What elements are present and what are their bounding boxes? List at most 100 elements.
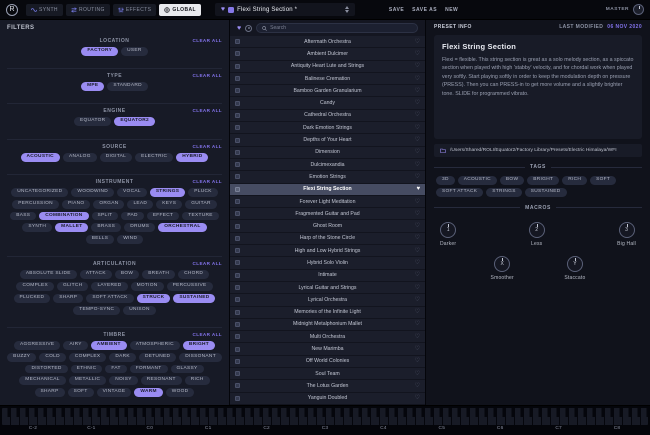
new-button[interactable]: NEW	[445, 7, 458, 13]
filter-chip-airy[interactable]: AIRY	[63, 340, 88, 350]
filter-chip-analog[interactable]: ANALOG	[62, 152, 97, 162]
filter-chip-pad[interactable]: PAD	[121, 211, 144, 221]
search-input[interactable]	[270, 25, 412, 31]
filter-chip-complex[interactable]: COMPLEX	[68, 352, 107, 362]
filter-chip-digital[interactable]: DIGITAL	[99, 152, 133, 162]
filter-chip-layered[interactable]: LAYERED	[91, 282, 128, 291]
knob-icon[interactable]: 2	[528, 221, 545, 238]
filter-chip-texture[interactable]: TEXTURE	[182, 211, 219, 221]
preset-row[interactable]: Lyrical Orchestra ♡	[230, 294, 425, 307]
preset-row[interactable]: Off World Colonies ♡	[230, 355, 425, 369]
preset-row[interactable]: Forever Light Meditation ♡	[230, 195, 425, 209]
filter-chip-dissonant[interactable]: DISSONANT	[179, 352, 222, 362]
filter-chip-soft-attack[interactable]: SOFT ATTACK	[86, 293, 134, 303]
macro-knob-smoother[interactable]: X Smoother	[491, 255, 514, 281]
preset-row[interactable]: Harp of the Stone Circle ♡	[230, 232, 425, 246]
filter-chip-dark[interactable]: DARK	[109, 352, 136, 362]
preset-row[interactable]: Lyrical Guitar and Strings ♡	[230, 281, 425, 295]
favorite-heart-icon[interactable]: ♡	[415, 63, 420, 69]
filter-chip-wood[interactable]: WOOD	[165, 388, 195, 397]
favorite-heart-icon[interactable]: ♡	[415, 199, 420, 205]
filter-chip-fat[interactable]: FAT	[105, 364, 127, 374]
preset-row[interactable]: The Lotus Garden ♡	[230, 380, 425, 393]
preset-row[interactable]: Dark Emotion Strings ♡	[230, 122, 425, 135]
favorite-heart-icon[interactable]: ♡	[415, 223, 420, 229]
favorite-heart-icon[interactable]: ♡	[415, 395, 420, 401]
tab-synth[interactable]: SYNTH	[26, 3, 63, 16]
preset-row[interactable]: Midnight Metalphonium Mallet ♡	[230, 318, 425, 332]
favorite-heart-icon[interactable]: ♡	[415, 383, 420, 389]
preset-row[interactable]: Aftermath Orchestra ♡	[230, 36, 425, 49]
filter-chip-formant[interactable]: FORMANT	[129, 364, 168, 374]
favorite-heart-icon[interactable]: ♡	[415, 334, 420, 340]
filter-chip-rich[interactable]: RICH	[184, 376, 210, 386]
favorite-heart-icon[interactable]: ♡	[415, 248, 420, 254]
favorite-heart-icon[interactable]: ♡	[415, 346, 420, 352]
favorite-heart-icon[interactable]: ♡	[415, 162, 420, 168]
filter-chip-plucked[interactable]: PLUCKED	[13, 293, 51, 303]
filter-chip-aggressive[interactable]: AGGRESSIVE	[13, 340, 61, 350]
filter-chip-atmospheric[interactable]: ATMOSPHERIC	[129, 340, 180, 350]
filter-chip-vocal[interactable]: VOCAL	[117, 187, 147, 197]
master-volume-knob[interactable]	[633, 4, 644, 15]
filter-chip-wind[interactable]: WIND	[117, 235, 144, 244]
filter-chip-equator[interactable]: EQUATOR	[74, 117, 112, 127]
filter-chip-distorted[interactable]: DISTORTED	[25, 364, 68, 374]
preset-row[interactable]: Cathedral Orchestra ♡	[230, 109, 425, 123]
clear-all-link[interactable]: CLEAR ALL	[193, 73, 222, 78]
filter-chip-breath[interactable]: BREATH	[142, 270, 176, 280]
preset-row[interactable]: Hybrid Solo Violin ♡	[230, 257, 425, 270]
macro-knob-darker[interactable]: 1 Darker	[440, 221, 457, 247]
filter-chip-woodwind[interactable]: WOODWIND	[71, 187, 115, 197]
knob-icon[interactable]: X	[494, 255, 511, 272]
knob-icon[interactable]: Y	[566, 255, 583, 272]
filter-chip-glassy[interactable]: GLASSY	[170, 364, 204, 374]
macro-knob-big-hall[interactable]: 3 Big Hall	[617, 221, 636, 247]
preset-row[interactable]: Soul Team ♡	[230, 368, 425, 381]
preset-row[interactable]: Bamboo Garden Granularium ♡	[230, 85, 425, 98]
favorite-heart-icon[interactable]: ♡	[415, 76, 420, 82]
favorite-heart-icon[interactable]: ♡	[415, 285, 420, 291]
favorite-heart-icon[interactable]: ♡	[415, 272, 420, 278]
filter-chip-bright[interactable]: BRIGHT	[182, 340, 216, 350]
favorite-heart-icon[interactable]: ♡	[415, 39, 420, 45]
filter-chip-split[interactable]: SPLIT	[91, 211, 119, 221]
filter-chip-sharp[interactable]: SHARP	[34, 388, 65, 397]
preset-selector[interactable]: ♥ Flexi String Section *	[214, 3, 355, 16]
filter-chip-buzzy[interactable]: BUZZY	[7, 352, 37, 362]
filter-chip-pluck[interactable]: PLUCK	[188, 187, 218, 197]
favorite-heart-icon[interactable]: ♡	[415, 235, 420, 241]
preset-row[interactable]: Dulcimexandia ♡	[230, 158, 425, 172]
tab-global[interactable]: GLOBAL	[159, 3, 201, 16]
favorite-heart-icon[interactable]: ♡	[415, 358, 420, 364]
tab-effects[interactable]: EFFECTS	[112, 3, 157, 16]
preset-row[interactable]: Ambient Dulcimer ♡	[230, 48, 425, 61]
filter-chip-factory[interactable]: FACTORY	[81, 47, 119, 56]
filter-chip-bells[interactable]: BELLS	[85, 235, 115, 244]
preset-row[interactable]: Multi Orchestra ♡	[230, 331, 425, 344]
filter-chip-soft[interactable]: SOFT	[67, 388, 94, 397]
search-box[interactable]	[256, 23, 418, 33]
filter-chip-drums[interactable]: DRUMS	[124, 223, 156, 233]
filter-chip-metallic[interactable]: METALLIC	[68, 376, 107, 386]
preset-row[interactable]: Emotion Strings ♡	[230, 171, 425, 184]
filter-chip-attack[interactable]: ATTACK	[79, 270, 112, 280]
filter-chip-percussive[interactable]: PERCUSSIVE	[166, 282, 213, 291]
filter-chip-effect[interactable]: EFFECT	[146, 211, 180, 221]
filter-chip-orchestral[interactable]: ORCHESTRAL	[158, 223, 207, 233]
filter-chip-resonant[interactable]: RESONANT	[140, 376, 182, 386]
filter-chip-acoustic[interactable]: ACOUSTIC	[20, 152, 60, 162]
preset-row[interactable]: Balinese Cremation ♡	[230, 72, 425, 86]
favorite-heart-icon[interactable]: ♡	[415, 371, 420, 377]
tab-routing[interactable]: ROUTING	[65, 3, 110, 16]
filter-chip-uncategorized[interactable]: UNCATEGORIZED	[11, 187, 69, 197]
favorite-heart-icon[interactable]: ♥	[221, 6, 225, 13]
favorite-heart-icon[interactable]: ♡	[415, 88, 420, 94]
favorite-heart-icon[interactable]: ♡	[415, 260, 420, 266]
clear-all-link[interactable]: CLEAR ALL	[193, 179, 222, 184]
filter-chip-electric[interactable]: ELECTRIC	[135, 152, 174, 162]
filter-chip-bow[interactable]: BOW	[114, 270, 140, 280]
filter-chip-motion[interactable]: MOTION	[130, 282, 164, 291]
clear-all-link[interactable]: CLEAR ALL	[193, 261, 222, 266]
clear-all-link[interactable]: CLEAR ALL	[193, 38, 222, 43]
